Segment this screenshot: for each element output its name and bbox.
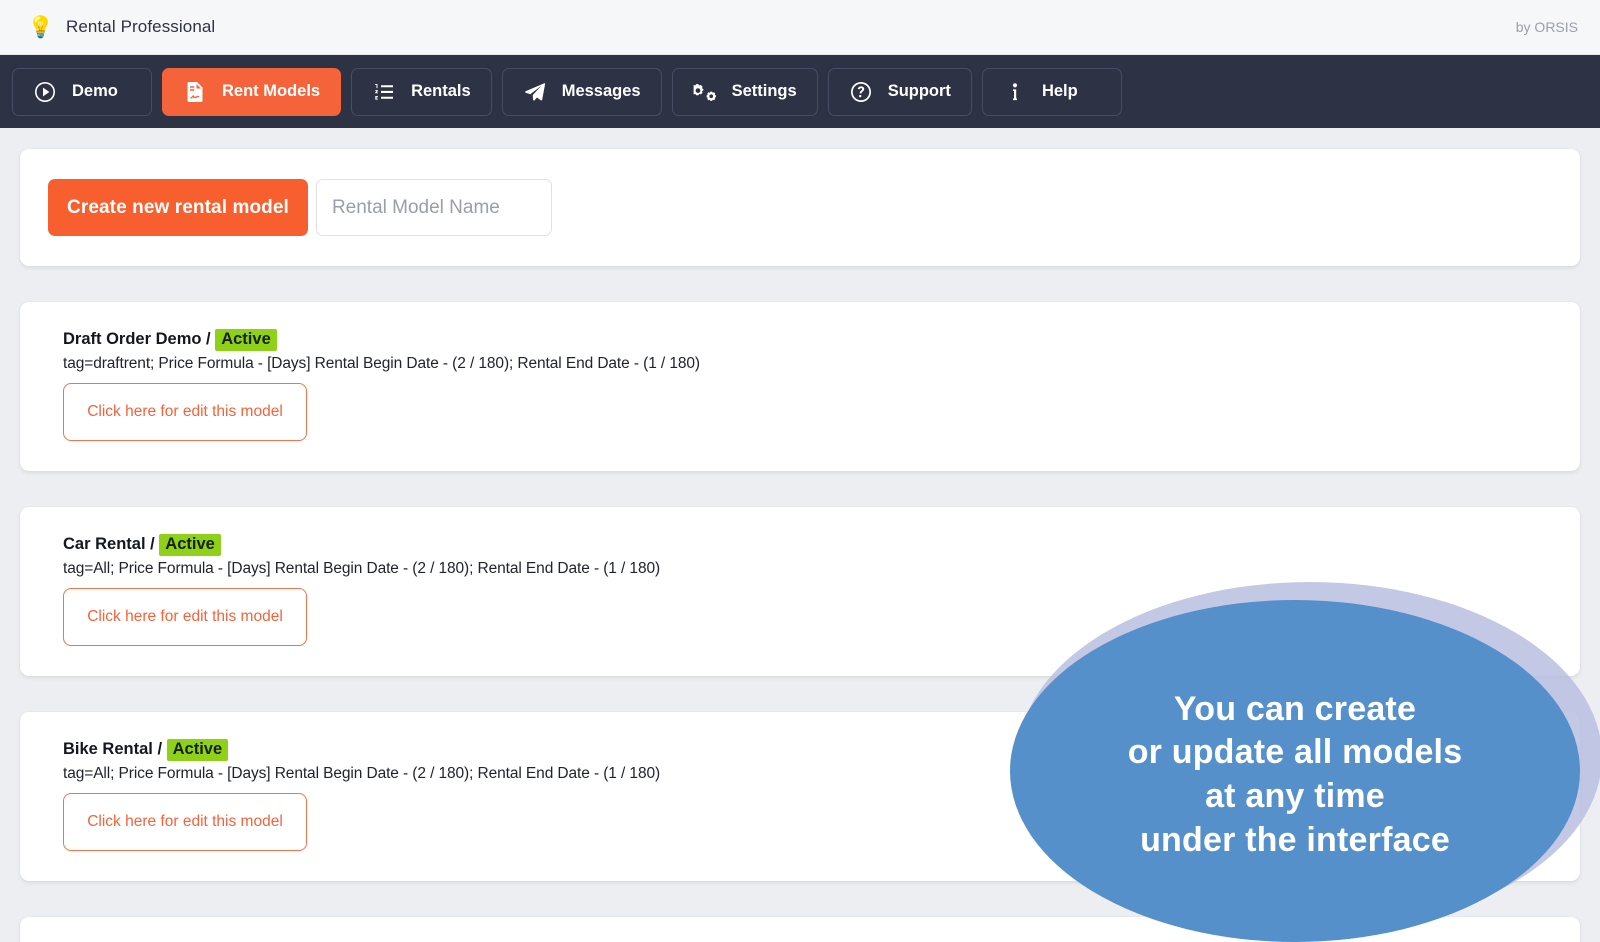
status-badge: Active <box>166 738 229 761</box>
nav-item-messages[interactable]: Messages <box>501 67 662 116</box>
edit-model-button[interactable]: Click here for edit this model <box>63 792 307 851</box>
nav-label: Rent Models <box>222 82 321 100</box>
model-description: tag=All; Price Formula - [Days] Rental B… <box>63 764 661 782</box>
nav-item-settings[interactable]: Settings <box>671 67 818 116</box>
rental-model-card: Bike Rental / Active tag=All; Price Form… <box>20 711 1580 881</box>
page-content: Create new rental model Draft Order Demo… <box>0 128 1600 942</box>
model-name: Car Rental <box>63 535 146 554</box>
app-header: 💡 Rental Professional by ORSIS <box>0 0 1600 55</box>
nav-label: Messages <box>561 82 641 100</box>
model-description: tag=draftrent; Price Formula - [Days] Re… <box>63 354 700 372</box>
edit-model-button[interactable]: Click here for edit this model <box>63 382 307 441</box>
edit-model-button[interactable]: Click here for edit this model <box>63 587 307 646</box>
rental-model-name-input[interactable] <box>315 179 552 236</box>
model-title-row: Car Rental / Active <box>63 533 1552 556</box>
nav-label: Support <box>887 82 951 100</box>
model-description: tag=All; Price Formula - [Days] Rental B… <box>63 559 661 577</box>
paper-plane-icon <box>523 80 547 104</box>
lightbulb-icon: 💡 <box>27 15 55 39</box>
model-title-separator: / <box>152 740 167 759</box>
cogs-icon <box>693 80 717 104</box>
question-circle-icon <box>849 80 873 104</box>
nav-label: Help <box>1041 82 1078 100</box>
list-ol-icon <box>372 80 396 104</box>
create-model-row: Create new rental model <box>48 179 552 236</box>
model-title-separator: / <box>201 330 216 349</box>
info-icon <box>1003 80 1027 104</box>
nav-item-support[interactable]: Support <box>827 67 972 116</box>
status-badge: Active <box>215 329 277 351</box>
model-title-row: Draft Order Demo / Active <box>63 329 1552 351</box>
nav-item-demo[interactable]: Demo <box>12 67 152 116</box>
brand: 💡 Rental Professional <box>28 14 215 40</box>
rental-model-card-partial <box>20 916 1580 942</box>
rental-model-card: Draft Order Demo / Active tag=draftrent;… <box>20 302 1580 471</box>
model-name: Bike Rental <box>63 740 153 759</box>
create-new-rental-model-button[interactable]: Create new rental model <box>48 179 308 236</box>
vendor-credit: by ORSIS <box>1515 19 1578 35</box>
nav-item-rentals[interactable]: Rentals <box>351 67 492 116</box>
model-name: Draft Order Demo <box>63 330 202 349</box>
nav-item-rent-models[interactable]: Rent Models <box>162 67 342 116</box>
create-model-panel: Create new rental model <box>20 149 1580 266</box>
nav-label: Rentals <box>411 82 471 100</box>
main-navigation: Demo Rent Models Rentals Messages Settin… <box>0 55 1600 128</box>
nav-label: Settings <box>731 82 797 100</box>
file-signature-icon <box>183 80 207 104</box>
model-title-separator: / <box>145 535 160 554</box>
status-badge: Active <box>159 533 221 556</box>
nav-label: Demo <box>72 82 118 100</box>
nav-item-help[interactable]: Help <box>981 67 1122 116</box>
rental-model-card: Car Rental / Active tag=All; Price Formu… <box>20 506 1580 676</box>
model-title-row: Bike Rental / Active <box>63 738 1552 761</box>
play-circle-icon <box>33 80 57 104</box>
app-title: Rental Professional <box>66 17 216 36</box>
